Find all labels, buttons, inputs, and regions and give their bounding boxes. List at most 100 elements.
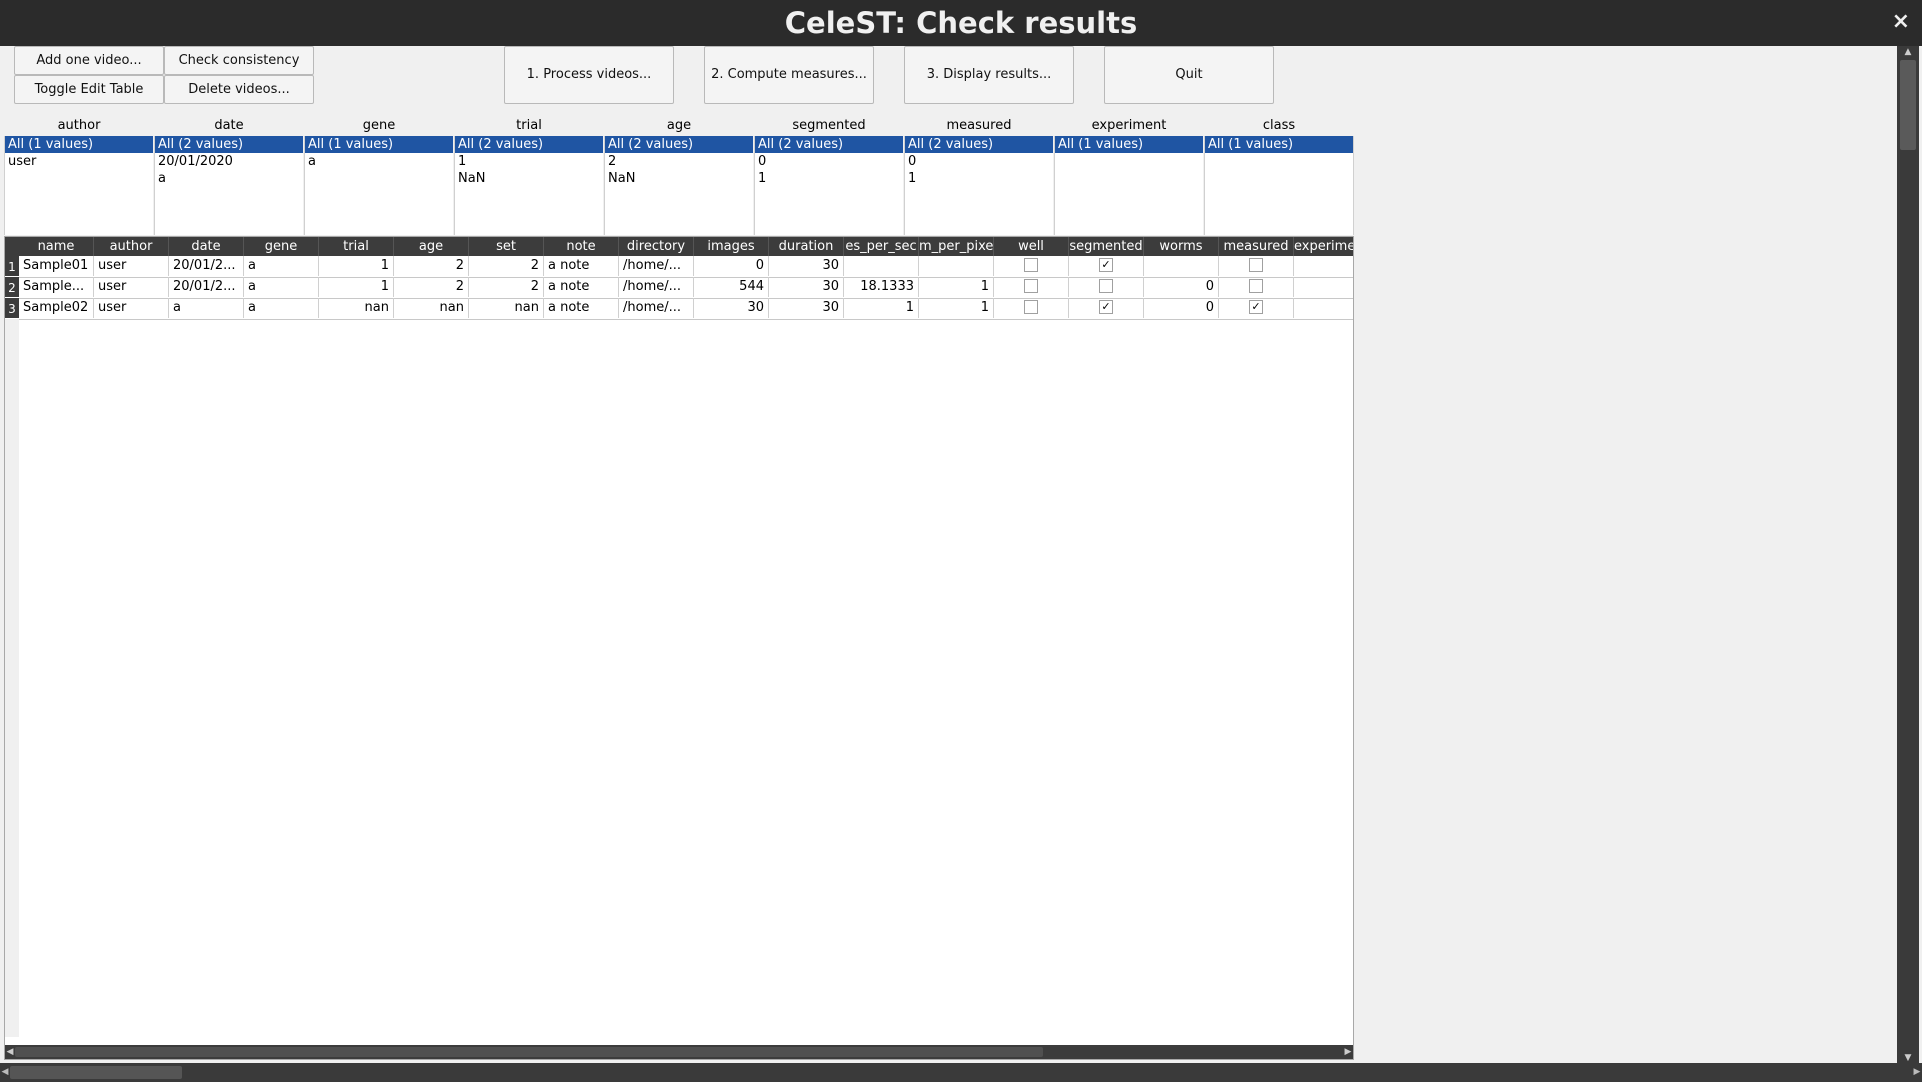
- col-header-set[interactable]: set: [469, 237, 544, 256]
- cell-images[interactable]: 544: [694, 277, 769, 297]
- filter-selected[interactable]: All (2 values): [905, 136, 1053, 153]
- cell-note[interactable]: a note: [544, 256, 619, 276]
- filter-list-date[interactable]: All (2 values) 20/01/2020 a: [154, 136, 303, 235]
- cell-gene[interactable]: a: [244, 277, 319, 297]
- well-checkbox[interactable]: [1024, 278, 1038, 293]
- cell-mm-per-pixel[interactable]: 1: [919, 277, 994, 297]
- col-header-directory[interactable]: directory: [619, 237, 694, 256]
- col-header-name[interactable]: name: [19, 237, 94, 256]
- filter-list-age[interactable]: All (2 values) 2 NaN: [604, 136, 753, 235]
- filter-option[interactable]: 1: [455, 153, 603, 170]
- filter-selected[interactable]: All (2 values): [755, 136, 903, 153]
- cell-frames-per-sec[interactable]: 18.1333: [844, 277, 919, 297]
- scroll-right-icon[interactable]: ▶: [1912, 1063, 1922, 1082]
- cell-date[interactable]: 20/01/2...: [169, 256, 244, 276]
- cell-name[interactable]: Sample...: [19, 277, 94, 297]
- cell-duration[interactable]: 30: [769, 277, 844, 297]
- filter-option[interactable]: a: [305, 153, 453, 170]
- cell-frames-per-sec[interactable]: [844, 256, 919, 276]
- filter-selected[interactable]: All (1 values): [1055, 136, 1203, 153]
- filter-selected[interactable]: All (1 values): [1205, 136, 1353, 153]
- cell-worms[interactable]: 0: [1144, 298, 1219, 318]
- cell-trial[interactable]: 1: [319, 256, 394, 276]
- well-checkbox[interactable]: [1024, 299, 1038, 314]
- scroll-up-icon[interactable]: ▲: [1897, 46, 1919, 58]
- filter-list-trial[interactable]: All (2 values) 1 NaN: [454, 136, 603, 235]
- scrollbar-thumb[interactable]: [1900, 60, 1916, 150]
- delete-videos-button[interactable]: Delete videos...: [164, 75, 314, 104]
- cell-trial[interactable]: 1: [319, 277, 394, 297]
- measured-checkbox[interactable]: [1249, 257, 1263, 272]
- cell-directory[interactable]: /home/...: [619, 277, 694, 297]
- cell-age[interactable]: 2: [394, 256, 469, 276]
- col-header-segmented[interactable]: segmented: [1069, 237, 1144, 256]
- col-header-note[interactable]: note: [544, 237, 619, 256]
- cell-images[interactable]: 30: [694, 298, 769, 318]
- filter-option[interactable]: a: [155, 170, 303, 187]
- segmented-checkbox[interactable]: ✓: [1099, 299, 1113, 314]
- table-horizontal-scrollbar[interactable]: ◀ ▶: [5, 1045, 1353, 1059]
- measured-checkbox[interactable]: [1249, 278, 1263, 293]
- cell-age[interactable]: 2: [394, 277, 469, 297]
- compute-measures-button[interactable]: 2. Compute measures...: [704, 46, 874, 104]
- display-results-button[interactable]: 3. Display results...: [904, 46, 1074, 104]
- cell-experiment[interactable]: [1294, 298, 1353, 318]
- col-header-duration[interactable]: duration: [769, 237, 844, 256]
- process-videos-button[interactable]: 1. Process videos...: [504, 46, 674, 104]
- col-header-author[interactable]: author: [94, 237, 169, 256]
- close-icon[interactable]: ×: [1892, 9, 1910, 34]
- cell-mm-per-pixel[interactable]: 1: [919, 298, 994, 318]
- scroll-left-icon[interactable]: ◀: [5, 1045, 15, 1059]
- cell-gene[interactable]: a: [244, 298, 319, 318]
- scroll-left-icon[interactable]: ◀: [0, 1063, 10, 1082]
- cell-directory[interactable]: /home/...: [619, 298, 694, 318]
- cell-author[interactable]: user: [94, 256, 169, 276]
- filter-option[interactable]: 1: [905, 170, 1053, 187]
- filter-list-measured[interactable]: All (2 values) 0 1: [904, 136, 1053, 235]
- cell-gene[interactable]: a: [244, 256, 319, 276]
- table-corner[interactable]: [5, 237, 19, 256]
- window-vertical-scrollbar[interactable]: ▲ ▼: [1897, 46, 1919, 1064]
- filter-list-author[interactable]: All (1 values) user: [4, 136, 153, 235]
- filter-option[interactable]: 1: [755, 170, 903, 187]
- table-row[interactable]: 1 Sample01 user 20/01/2... a 1 2 2 a not…: [5, 256, 1353, 278]
- check-consistency-button[interactable]: Check consistency: [164, 46, 314, 75]
- cell-worms[interactable]: [1144, 256, 1219, 276]
- segmented-checkbox[interactable]: [1099, 278, 1113, 293]
- scrollbar-thumb[interactable]: [15, 1047, 1043, 1057]
- cell-experiment[interactable]: [1294, 256, 1353, 276]
- filter-list-gene[interactable]: All (1 values) a: [304, 136, 453, 235]
- filter-list-experiment[interactable]: All (1 values): [1054, 136, 1203, 235]
- toggle-edit-table-button[interactable]: Toggle Edit Table: [14, 75, 164, 104]
- cell-experiment[interactable]: [1294, 277, 1353, 297]
- filter-option[interactable]: 0: [755, 153, 903, 170]
- filter-selected[interactable]: All (1 values): [305, 136, 453, 153]
- cell-date[interactable]: a: [169, 298, 244, 318]
- row-number[interactable]: 2: [5, 277, 19, 297]
- cell-images[interactable]: 0: [694, 256, 769, 276]
- cell-set[interactable]: nan: [469, 298, 544, 318]
- measured-checkbox[interactable]: ✓: [1249, 299, 1263, 314]
- filter-list-class[interactable]: All (1 values): [1204, 136, 1354, 235]
- quit-button[interactable]: Quit: [1104, 46, 1274, 104]
- results-table[interactable]: name author date gene trial age set note…: [4, 236, 1354, 1060]
- cell-directory[interactable]: /home/...: [619, 256, 694, 276]
- col-header-date[interactable]: date: [169, 237, 244, 256]
- col-header-gene[interactable]: gene: [244, 237, 319, 256]
- filter-option[interactable]: NaN: [455, 170, 603, 187]
- col-header-frames-per-sec[interactable]: es_per_sec: [844, 237, 919, 256]
- col-header-trial[interactable]: trial: [319, 237, 394, 256]
- cell-author[interactable]: user: [94, 277, 169, 297]
- col-header-well[interactable]: well: [994, 237, 1069, 256]
- cell-name[interactable]: Sample02: [19, 298, 94, 318]
- cell-set[interactable]: 2: [469, 256, 544, 276]
- filter-selected[interactable]: All (2 values): [155, 136, 303, 153]
- filter-selected[interactable]: All (2 values): [455, 136, 603, 153]
- add-one-video-button[interactable]: Add one video...: [14, 46, 164, 75]
- row-number[interactable]: 3: [5, 298, 19, 318]
- cell-mm-per-pixel[interactable]: [919, 256, 994, 276]
- well-checkbox[interactable]: [1024, 257, 1038, 272]
- scrollbar-thumb[interactable]: [10, 1066, 182, 1079]
- scroll-right-icon[interactable]: ▶: [1343, 1045, 1353, 1059]
- cell-name[interactable]: Sample01: [19, 256, 94, 276]
